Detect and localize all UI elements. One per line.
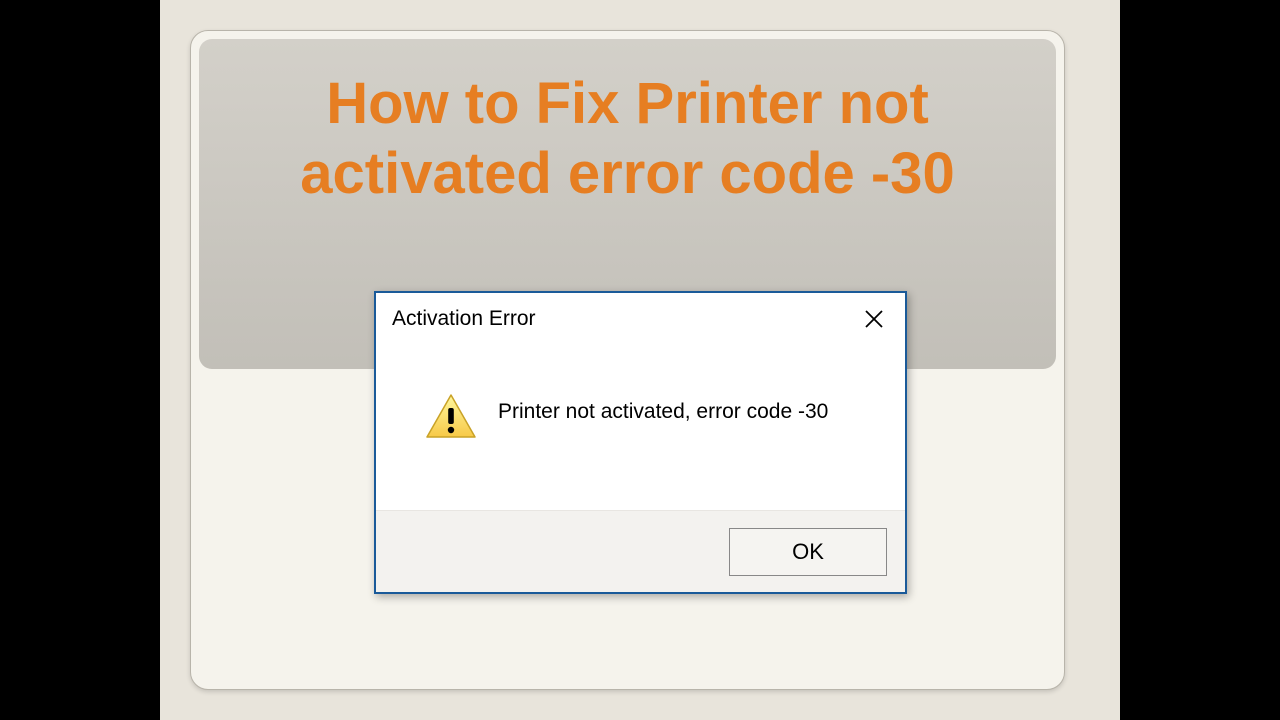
close-button[interactable] <box>857 302 891 336</box>
slide-title: How to Fix Printer not activated error c… <box>219 69 1036 208</box>
warning-icon <box>424 392 478 447</box>
slide-card: How to Fix Printer not activated error c… <box>190 30 1065 690</box>
slide-container: How to Fix Printer not activated error c… <box>160 0 1120 720</box>
ok-button[interactable]: OK <box>729 528 887 576</box>
close-icon <box>864 309 884 329</box>
dialog-window: Activation Error <box>374 291 907 594</box>
dialog-titlebar: Activation Error <box>376 293 905 345</box>
dialog-body: Printer not activated, error code -30 <box>376 345 905 510</box>
ok-button-label: OK <box>792 539 824 565</box>
dialog-title: Activation Error <box>392 307 536 331</box>
dialog-footer: OK <box>376 510 905 592</box>
dialog-message: Printer not activated, error code -30 <box>498 400 828 424</box>
